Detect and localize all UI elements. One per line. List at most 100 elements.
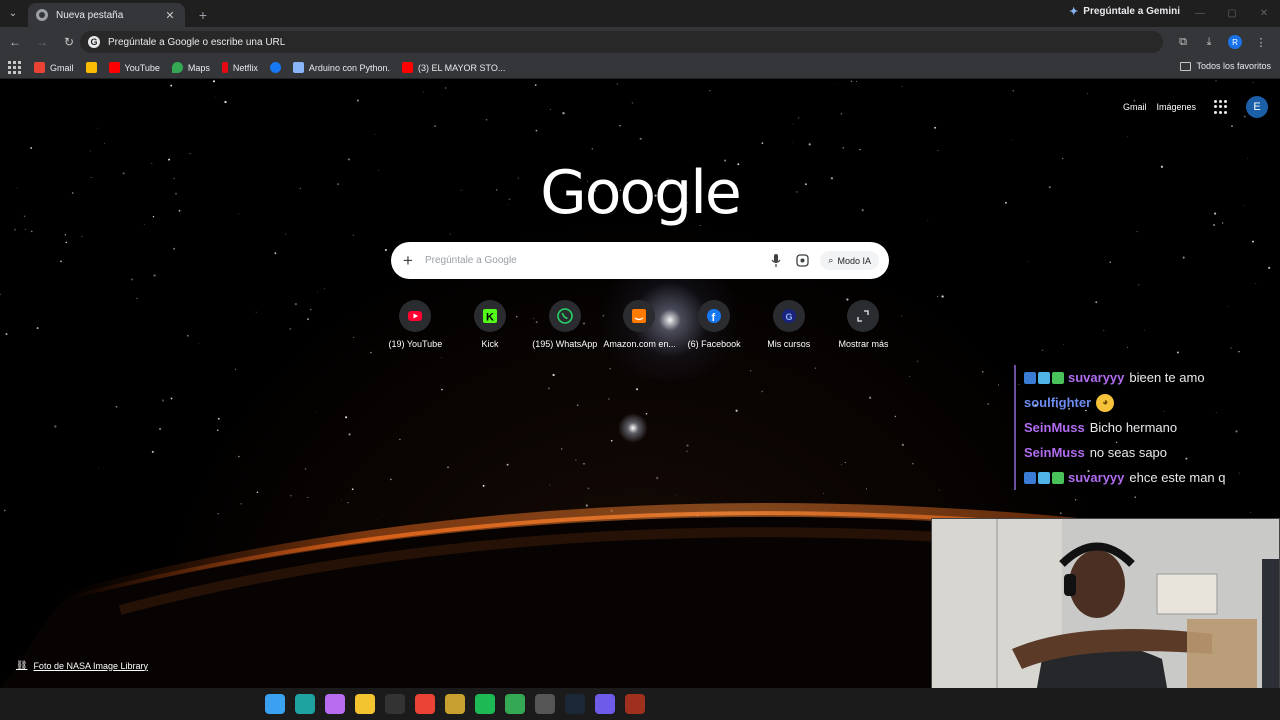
amazon-icon: [623, 300, 656, 332]
courses-icon: G: [772, 300, 805, 332]
bookmark-arduino[interactable]: Arduino con Python.: [292, 62, 390, 73]
search-placeholder: Pregúntale a Google: [425, 255, 517, 266]
game-app-icon[interactable]: [625, 694, 645, 714]
tab-strip: ⌄ Nueva pestaña ✕ + ✦ Pregúntale a Gemin…: [0, 0, 1280, 27]
shortcut-youtube[interactable]: (19) YouTube: [378, 300, 453, 349]
chat-username: SeinMuss: [1024, 420, 1085, 435]
google-lens-icon[interactable]: [794, 253, 810, 269]
dev-app-icon[interactable]: [595, 694, 615, 714]
obs-icon[interactable]: [535, 694, 555, 714]
windows-start-icon[interactable]: [265, 694, 285, 714]
minimize-icon[interactable]: —: [1184, 0, 1216, 27]
shortcut-show-more[interactable]: Mostrar más: [826, 300, 901, 349]
bookmark-facebook[interactable]: [269, 62, 281, 73]
google-g-icon: G: [88, 36, 100, 48]
bookmarks-bar: Gmail YouTube Maps Netflix Arduino con P…: [0, 57, 1280, 79]
ai-search-icon: ⌕: [828, 255, 834, 265]
file-explorer-icon[interactable]: [355, 694, 375, 714]
add-plus-icon[interactable]: +: [403, 251, 417, 271]
gmail-link[interactable]: Gmail: [1123, 102, 1147, 112]
gmail-icon: [34, 62, 45, 73]
shortcut-kick[interactable]: K Kick: [453, 300, 528, 349]
chat-message: soulfighter ◕: [1014, 390, 1280, 415]
ai-mode-button[interactable]: ⌕ Modo IA: [820, 251, 879, 270]
chat-message: SeinMuss Bicho hermano: [1014, 415, 1280, 440]
bookmark-unnamed-1[interactable]: [85, 62, 97, 73]
search-box[interactable]: + Pregúntale a Google ⌕ Modo IA: [391, 242, 889, 279]
badge-icon: [1024, 471, 1036, 484]
maps-pin-icon: [171, 62, 183, 73]
menu-kebab-icon[interactable]: ⋮: [1250, 31, 1272, 53]
downloads-icon[interactable]: ⤓: [1198, 31, 1220, 53]
chat-text: Bicho hermano: [1089, 420, 1178, 435]
address-bar[interactable]: G Pregúntale a Google o escribe una URL: [80, 31, 1163, 53]
shortcut-facebook[interactable]: f (6) Facebook: [677, 300, 752, 349]
svg-text:G: G: [785, 312, 792, 322]
chat-username: SeinMuss: [1024, 445, 1085, 460]
close-tab-icon[interactable]: ✕: [163, 9, 177, 22]
shortcut-mis-cursos[interactable]: G Mis cursos: [751, 300, 826, 349]
youtube-icon: [401, 62, 413, 73]
chat-text: no seas sapo: [1089, 445, 1168, 460]
app-icon[interactable]: [445, 694, 465, 714]
chat-badges: [1024, 371, 1064, 384]
sparkle-badge-icon: [1052, 371, 1064, 384]
bookmark-youtube-video[interactable]: (3) EL MAYOR STO...: [401, 62, 505, 73]
emote-icon: ◕: [1096, 393, 1115, 412]
facebook-icon: f: [698, 300, 731, 332]
account-avatar[interactable]: E: [1246, 96, 1268, 118]
close-window-icon[interactable]: ✕: [1248, 0, 1280, 27]
back-arrow-icon[interactable]: ←: [3, 30, 27, 54]
chat-username: soulfighter: [1024, 395, 1092, 410]
copilot-icon[interactable]: [325, 694, 345, 714]
stream-chat-overlay: suvaryyy bieen te amo soulfighter ◕ Sein…: [1014, 365, 1280, 490]
google-logo: Google: [540, 158, 742, 228]
profile-avatar[interactable]: R: [1228, 35, 1242, 49]
chat-username: suvaryyy: [1068, 470, 1125, 485]
chat-username: suvaryyy: [1068, 370, 1125, 385]
windows-taskbar: [0, 688, 1280, 720]
images-link[interactable]: Imágenes: [1156, 102, 1196, 112]
cube-badge-icon: [1038, 371, 1050, 384]
all-bookmarks[interactable]: Todos los favoritos: [1180, 61, 1271, 71]
bookmark-maps[interactable]: Maps: [171, 62, 210, 73]
new-tab-button[interactable]: +: [191, 3, 215, 27]
expand-icon: [847, 300, 880, 332]
chrome-icon[interactable]: [415, 694, 435, 714]
tab-search-chevron-icon[interactable]: ⌄: [0, 0, 26, 27]
bookmark-gmail[interactable]: Gmail: [34, 62, 74, 73]
webcam-overlay: [931, 518, 1280, 715]
facebook-icon: [269, 62, 281, 73]
reload-icon[interactable]: ↻: [57, 30, 81, 54]
microphone-icon[interactable]: [768, 253, 784, 269]
webcam-person-image: [932, 519, 1279, 714]
cube-badge-icon: [1038, 471, 1050, 484]
sparkle-badge-icon: [1052, 471, 1064, 484]
apps-grid-icon[interactable]: [6, 60, 22, 76]
gemini-button[interactable]: ✦ Pregúntale a Gemini: [1069, 5, 1180, 18]
edge-icon[interactable]: [295, 694, 315, 714]
shortcut-whatsapp[interactable]: (195) WhatsApp: [527, 300, 602, 349]
browser-toolbar: ← → ↻ G Pregúntale a Google o escribe un…: [0, 27, 1280, 57]
bookmark-netflix[interactable]: Netflix: [221, 62, 258, 73]
shortcut-amazon[interactable]: Amazon.com en...: [602, 300, 677, 349]
maximize-icon[interactable]: ▢: [1216, 0, 1248, 27]
bright-star-glow-small: [618, 413, 648, 443]
extensions-icon[interactable]: ⧉: [1172, 31, 1194, 53]
window-controls: — ▢ ✕: [1184, 0, 1280, 27]
chrome-active-icon[interactable]: [505, 694, 525, 714]
photo-credit-link[interactable]: ⛓ Foto de NASA Image Library: [16, 660, 148, 671]
forward-arrow-icon[interactable]: →: [30, 30, 54, 54]
chat-message: suvaryyy ehce este man q: [1014, 465, 1280, 490]
page-icon: [292, 62, 304, 73]
steam-icon[interactable]: [565, 694, 585, 714]
tab-new-tab[interactable]: Nueva pestaña ✕: [28, 3, 185, 27]
bookmark-icon: [85, 62, 97, 73]
gemini-sparkle-icon: ✦: [1069, 6, 1079, 18]
google-apps-icon[interactable]: [1214, 100, 1228, 114]
bookmark-youtube[interactable]: YouTube: [108, 62, 160, 73]
spotify-icon[interactable]: [475, 694, 495, 714]
toolbar-right-tools: ⧉ ⤓ R ⋮: [1172, 31, 1272, 53]
epic-games-icon[interactable]: [385, 694, 405, 714]
netflix-icon: [221, 62, 228, 73]
